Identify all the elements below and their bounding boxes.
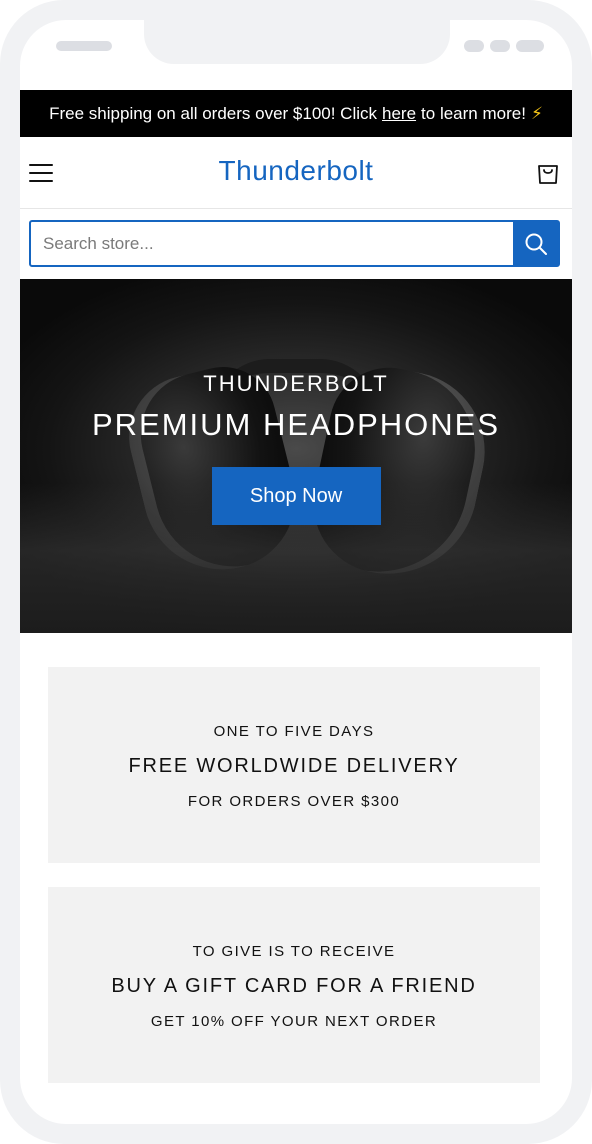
announcement-suffix: to learn more! (421, 103, 526, 123)
phone-screen: Free shipping on all orders over $100! C… (20, 20, 572, 1124)
signal-indicator (464, 40, 484, 52)
lightning-bolt-icon: ⚡ (530, 103, 543, 123)
hero-text: THUNDERBOLT PREMIUM HEADPHONES Shop Now (20, 371, 572, 525)
battery-indicator (516, 40, 544, 52)
promo-kicker: ONE TO FIVE DAYS (213, 723, 375, 740)
search-button[interactable] (513, 222, 558, 265)
announcement-prefix: Free shipping on all orders over $100! C… (49, 103, 378, 123)
site-header: Thunderbolt (20, 137, 572, 209)
hero-title: PREMIUM HEADPHONES (91, 407, 501, 442)
status-bar-time-placeholder (56, 41, 112, 51)
promo-kicker: TO GIVE IS TO RECEIVE (192, 943, 396, 960)
search-input[interactable] (31, 222, 513, 265)
announcement-bar: Free shipping on all orders over $100! C… (20, 90, 572, 137)
hero-brand: THUNDERBOLT (203, 371, 389, 396)
status-bar-indicators (464, 40, 544, 52)
phone-frame: Free shipping on all orders over $100! C… (0, 0, 592, 1144)
announcement-link[interactable]: here (382, 104, 416, 124)
promo-headline: BUY A GIFT CARD FOR A FRIEND (111, 975, 477, 997)
hero-banner: THUNDERBOLT PREMIUM HEADPHONES Shop Now (20, 279, 572, 633)
wifi-indicator (490, 40, 510, 52)
shopping-bag-icon[interactable] (536, 159, 560, 185)
promo-subtext: FOR ORDERS OVER $300 (187, 793, 401, 810)
search-icon (525, 233, 547, 255)
promo-subtext: GET 10% OFF YOUR NEXT ORDER (150, 1013, 438, 1030)
search-bar (29, 220, 560, 267)
promo-card-gift-card: TO GIVE IS TO RECEIVE BUY A GIFT CARD FO… (48, 887, 540, 1083)
shop-now-button[interactable]: Shop Now (211, 467, 381, 525)
promo-headline: FREE WORLDWIDE DELIVERY (128, 755, 460, 777)
phone-notch (144, 20, 450, 64)
site-logo[interactable]: Thunderbolt (20, 155, 572, 187)
promo-card-delivery: ONE TO FIVE DAYS FREE WORLDWIDE DELIVERY… (48, 667, 540, 863)
